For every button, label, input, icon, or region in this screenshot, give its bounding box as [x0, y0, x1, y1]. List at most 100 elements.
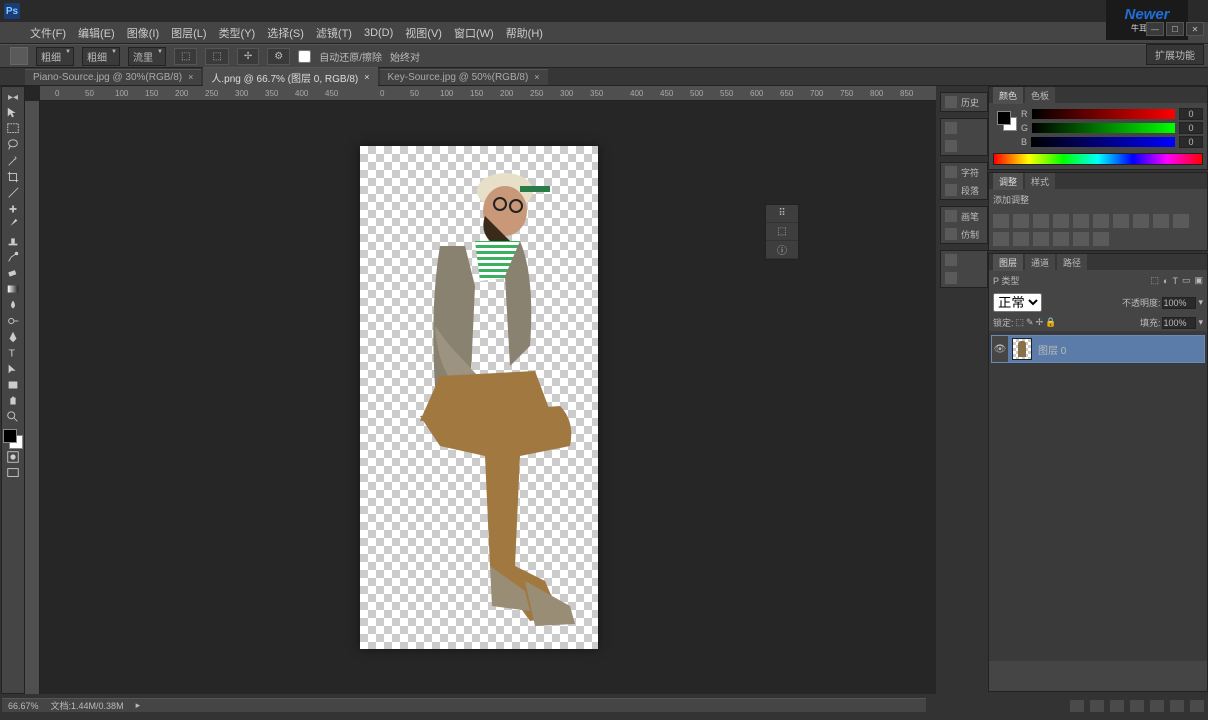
opt-btn3[interactable]: ✢ — [237, 48, 259, 65]
canvas-area[interactable]: 050 100150 200250 300350 400450 050 1001… — [25, 86, 936, 694]
link-icon[interactable] — [1070, 700, 1084, 712]
menu-type[interactable]: 类型(Y) — [219, 25, 256, 41]
adj-thresh[interactable] — [1053, 232, 1069, 246]
visibility-icon[interactable]: 👁 — [992, 336, 1008, 362]
auto-erase-check[interactable] — [298, 50, 311, 63]
tab-adjustments[interactable]: 调整 — [993, 173, 1023, 190]
lock-paint-icon[interactable]: ✎ — [1026, 317, 1034, 328]
menu-filter[interactable]: 滤镜(T) — [316, 25, 352, 41]
adj-hsl[interactable] — [1093, 214, 1109, 228]
menu-file[interactable]: 文件(F) — [30, 25, 66, 41]
doc-tab-3[interactable]: Key-Source.jpg @ 50%(RGB/8)× — [380, 69, 548, 85]
dock-properties[interactable] — [941, 119, 987, 137]
close-icon[interactable]: × — [188, 72, 193, 82]
close-icon[interactable]: × — [364, 72, 369, 82]
tab-layers[interactable]: 图层 — [993, 254, 1023, 271]
shape-tool[interactable] — [3, 377, 23, 393]
tab-paths[interactable]: 路径 — [1057, 254, 1087, 271]
opt-btn1[interactable]: ⬚ — [174, 48, 197, 65]
new-layer-icon[interactable] — [1170, 700, 1184, 712]
panel-info-icon[interactable]: ⓘ — [766, 241, 798, 259]
type-tool[interactable]: T — [3, 345, 23, 361]
dock-info[interactable] — [941, 137, 987, 155]
gradient-tool[interactable] — [3, 281, 23, 297]
window-max[interactable]: ☐ — [1166, 22, 1184, 36]
color-swatch[interactable] — [3, 429, 23, 449]
filter-img-icon[interactable]: ⬚ — [1151, 275, 1160, 286]
dock-char[interactable]: 字符 — [941, 163, 987, 181]
g-slider[interactable] — [1032, 123, 1175, 133]
adj-levels[interactable] — [1013, 214, 1029, 228]
g-value[interactable]: 0 — [1179, 122, 1203, 134]
lasso-tool[interactable] — [3, 137, 23, 153]
hand-tool[interactable] — [3, 393, 23, 409]
menu-window[interactable]: 窗口(W) — [454, 25, 494, 41]
window-close[interactable]: ✕ — [1186, 22, 1204, 36]
zoom-tool[interactable] — [3, 409, 23, 425]
quickmask-toggle[interactable] — [3, 449, 23, 465]
layer-name[interactable]: 图层 0 — [1038, 342, 1066, 357]
adj-photo[interactable] — [1153, 214, 1169, 228]
doc-tab-2[interactable]: 人.png @ 66.7% (图层 0, RGB/8)× — [203, 67, 377, 87]
expand-features[interactable]: 扩展功能 — [1146, 44, 1204, 65]
history-brush-tool[interactable] — [3, 249, 23, 265]
marquee-tool[interactable] — [3, 121, 23, 137]
opt-btn4[interactable]: ⚙ — [267, 48, 290, 65]
adj-grad[interactable] — [1073, 232, 1089, 246]
tool-preset-icon[interactable] — [10, 47, 28, 65]
zoom-readout[interactable]: 66.67% — [8, 701, 39, 711]
adj-brightness[interactable] — [993, 214, 1009, 228]
lock-all-icon[interactable]: 🔒 — [1045, 317, 1056, 328]
adj-poster[interactable] — [1033, 232, 1049, 246]
adj-bal[interactable] — [1113, 214, 1129, 228]
adj-vibrance[interactable] — [1073, 214, 1089, 228]
fg-bg-swatch[interactable] — [997, 111, 1017, 131]
adj-lookup[interactable] — [993, 232, 1009, 246]
layer-thumb[interactable] — [1012, 338, 1032, 360]
tab-swatches[interactable]: 色板 — [1025, 87, 1055, 104]
opacity-input[interactable] — [1162, 297, 1196, 309]
menu-layer[interactable]: 图层(L) — [171, 25, 206, 41]
eraser-tool[interactable] — [3, 265, 23, 281]
group-icon[interactable] — [1150, 700, 1164, 712]
b-value[interactable]: 0 — [1179, 136, 1203, 148]
hue-ramp[interactable] — [993, 153, 1203, 165]
layer-row[interactable]: 👁 图层 0 — [991, 335, 1205, 363]
filter-text-icon[interactable]: T — [1172, 276, 1178, 286]
dodge-tool[interactable] — [3, 313, 23, 329]
menu-image[interactable]: 图像(I) — [127, 25, 159, 41]
filter-smart-icon[interactable]: ▣ — [1194, 275, 1203, 286]
trash-icon[interactable] — [1190, 700, 1204, 712]
fill-input[interactable] — [1162, 317, 1196, 329]
fx-icon[interactable] — [1090, 700, 1104, 712]
size-dd[interactable]: 粗细 — [82, 47, 120, 66]
dock-para[interactable]: 段落 — [941, 181, 987, 199]
blur-tool[interactable] — [3, 297, 23, 313]
adj-invert[interactable] — [1013, 232, 1029, 246]
lock-trans-icon[interactable]: ⬚ — [1016, 317, 1025, 328]
brush-preset-dd[interactable]: 粗细 — [36, 47, 74, 66]
adj-bw[interactable] — [1133, 214, 1149, 228]
menu-edit[interactable]: 编辑(E) — [78, 25, 115, 41]
opt-btn2[interactable]: ⬚ — [205, 48, 228, 65]
screenmode-toggle[interactable] — [3, 465, 23, 481]
stamp-tool[interactable] — [3, 233, 23, 249]
adj-layer-icon[interactable] — [1130, 700, 1144, 712]
b-slider[interactable] — [1031, 137, 1175, 147]
window-min[interactable]: — — [1146, 22, 1164, 36]
close-icon[interactable]: × — [534, 72, 539, 82]
r-value[interactable]: 0 — [1179, 108, 1203, 120]
doc-size-readout[interactable]: 文档:1.44M/0.38M — [51, 699, 124, 712]
doc-tab-1[interactable]: Piano-Source.jpg @ 30%(RGB/8)× — [25, 69, 201, 85]
dock-brush[interactable]: 画笔 — [941, 207, 987, 225]
filter-shape-icon[interactable]: ▭ — [1182, 275, 1191, 286]
floating-panel[interactable]: ⠿ ⬚ ⓘ — [765, 204, 799, 260]
panel-grip-icon[interactable]: ⠿ — [766, 205, 798, 223]
filter-adj-icon[interactable]: ◐ — [1163, 276, 1168, 286]
dock-nav[interactable] — [941, 251, 987, 269]
tab-channels[interactable]: 通道 — [1025, 254, 1055, 271]
blend-mode-select[interactable]: 正常 — [993, 293, 1042, 312]
eyedropper-tool[interactable] — [3, 185, 23, 201]
menu-select[interactable]: 选择(S) — [267, 25, 304, 41]
wand-tool[interactable] — [3, 153, 23, 169]
